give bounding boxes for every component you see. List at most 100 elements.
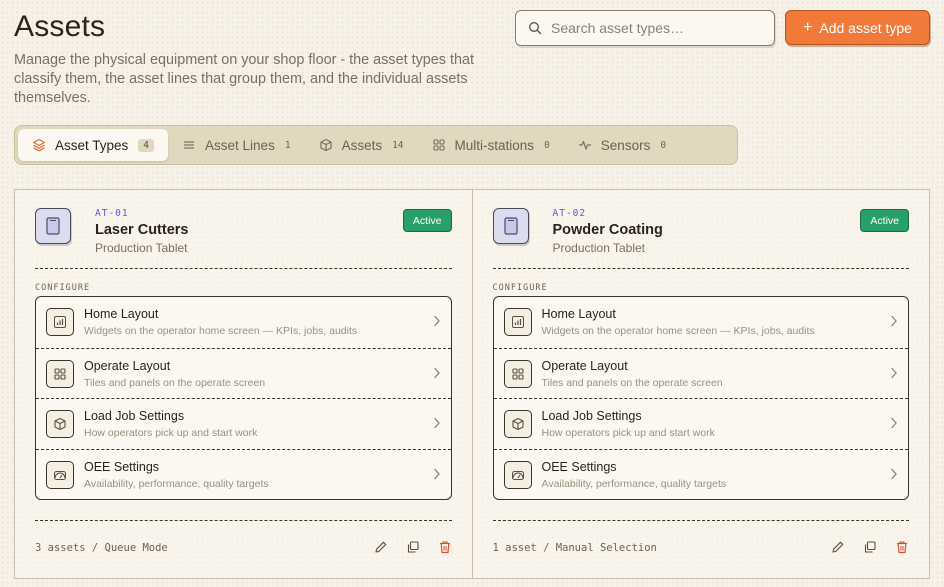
- chevron-right-icon: [433, 417, 441, 429]
- trash-icon[interactable]: [895, 540, 909, 554]
- chevron-right-icon: [890, 417, 898, 429]
- config-desc: How operators pick up and start work: [541, 427, 715, 439]
- tab-count: 14: [392, 139, 404, 151]
- asset-type-code: AT-02: [552, 208, 587, 219]
- chevron-right-icon: [433, 367, 441, 379]
- config-desc: Tiles and panels on the operate screen: [541, 376, 723, 389]
- grid-icon: [46, 359, 74, 388]
- divider: [35, 268, 452, 269]
- box-icon: [503, 410, 532, 438]
- status-badge: Active: [860, 209, 909, 232]
- config-oee-settings[interactable]: OEE Settings Availability, performance, …: [493, 448, 908, 500]
- asset-type-device: Production Tablet: [552, 241, 646, 255]
- edit-icon[interactable]: [831, 540, 845, 554]
- config-home-layout[interactable]: Home Layout Widgets on the operator home…: [36, 297, 451, 348]
- asset-type-name: Powder Coating: [552, 222, 663, 238]
- config-desc: Tiles and panels on the operate screen: [84, 376, 266, 389]
- plus-icon: +: [803, 18, 813, 36]
- asset-type-code: AT-01: [95, 208, 129, 219]
- config-title: Home Layout: [541, 307, 616, 321]
- search-box[interactable]: [515, 10, 775, 46]
- asset-type-card: AT-02 Powder Coating Production Tablet A…: [471, 190, 930, 578]
- status-badge: Active: [402, 209, 452, 232]
- edit-icon[interactable]: [374, 540, 388, 554]
- add-asset-type-button[interactable]: + Add asset type: [785, 10, 930, 45]
- tablet-icon: [35, 208, 71, 244]
- tab-count: 0: [544, 139, 550, 151]
- trash-icon[interactable]: [438, 540, 452, 554]
- asset-type-name: Laser Cutters: [95, 222, 189, 238]
- config-desc: Availability, performance, quality targe…: [541, 477, 727, 490]
- configure-list: Home Layout Widgets on the operator home…: [35, 296, 452, 500]
- bar-chart-icon: [503, 308, 532, 336]
- chevron-right-icon: [433, 315, 441, 327]
- tab-asset-types[interactable]: Asset Types 4: [18, 129, 169, 161]
- page-subtitle: Manage the physical equipment on your sh…: [14, 52, 474, 106]
- gauge-icon: [46, 460, 74, 489]
- tab-label: Asset Types: [55, 137, 129, 153]
- card-actions: [831, 540, 909, 554]
- tab-count: 1: [284, 139, 291, 151]
- chevron-right-icon: [890, 367, 898, 379]
- config-load-job-settings[interactable]: Load Job Settings How operators pick up …: [493, 398, 908, 449]
- tab-multi-stations[interactable]: Multi-stations 0: [418, 129, 564, 161]
- configure-heading: CONFIGURE: [492, 283, 548, 293]
- config-title: OEE Settings: [541, 459, 617, 474]
- tab-asset-lines[interactable]: Asset Lines 1: [168, 129, 305, 161]
- card-footer-meta: 3 assets / Queue Mode: [35, 542, 168, 554]
- config-load-job-settings[interactable]: Load Job Settings How operators pick up …: [36, 398, 451, 449]
- divider: [492, 520, 909, 521]
- config-desc: Widgets on the operator home screen — KP…: [541, 325, 815, 337]
- asset-tabs: Asset Types 4 Asset Lines 1 Assets 14 Mu…: [14, 125, 738, 165]
- tab-sensors[interactable]: Sensors 0: [564, 129, 680, 161]
- config-desc: Widgets on the operator home screen — KP…: [84, 325, 358, 337]
- config-title: Load Job Settings: [541, 409, 642, 423]
- search-icon: [528, 21, 542, 35]
- cube-icon: [319, 138, 333, 152]
- tab-label: Multi-stations: [454, 137, 535, 153]
- chevron-right-icon: [890, 315, 898, 327]
- config-desc: Availability, performance, quality targe…: [84, 477, 269, 490]
- chevron-right-icon: [433, 468, 441, 480]
- config-home-layout[interactable]: Home Layout Widgets on the operator home…: [494, 297, 909, 348]
- layers-icon: [32, 138, 46, 152]
- asset-type-grid: AT-01 Laser Cutters Production Tablet Ac…: [14, 189, 930, 579]
- config-title: Operate Layout: [541, 358, 628, 373]
- tablet-icon: [492, 208, 529, 244]
- config-desc: How operators pick up and start work: [84, 427, 258, 439]
- chevron-right-icon: [890, 468, 898, 480]
- asset-type-card: AT-01 Laser Cutters Production Tablet Ac…: [15, 190, 472, 578]
- configure-heading: CONFIGURE: [35, 283, 91, 293]
- config-operate-layout[interactable]: Operate Layout Tiles and panels on the o…: [493, 347, 908, 399]
- config-title: Load Job Settings: [84, 409, 185, 423]
- card-footer-meta: 1 asset / Manual Selection: [492, 542, 657, 554]
- tab-count: 0: [660, 139, 667, 151]
- grid-icon: [503, 359, 532, 388]
- bar-chart-icon: [46, 308, 74, 336]
- tab-label: Asset Lines: [205, 137, 275, 153]
- tab-label: Assets: [341, 137, 383, 153]
- card-actions: [374, 540, 452, 554]
- search-input[interactable]: [551, 20, 751, 36]
- config-operate-layout[interactable]: Operate Layout Tiles and panels on the o…: [36, 347, 451, 399]
- box-icon: [46, 410, 74, 438]
- duplicate-icon[interactable]: [406, 540, 420, 554]
- duplicate-icon[interactable]: [863, 540, 877, 554]
- configure-list: Home Layout Widgets on the operator home…: [492, 296, 909, 500]
- config-oee-settings[interactable]: OEE Settings Availability, performance, …: [36, 448, 451, 500]
- config-title: Operate Layout: [84, 358, 171, 373]
- tab-label: Sensors: [600, 137, 651, 153]
- tab-assets[interactable]: Assets 14: [305, 129, 418, 161]
- add-asset-type-label: Add asset type: [819, 19, 912, 36]
- grid-icon: [432, 138, 446, 152]
- config-title: Home Layout: [84, 307, 159, 321]
- divider: [35, 520, 452, 521]
- gauge-icon: [503, 460, 532, 489]
- tab-count: 4: [138, 138, 155, 152]
- page-title: Assets: [14, 10, 106, 43]
- pulse-icon: [578, 138, 592, 152]
- divider: [492, 268, 909, 269]
- config-title: OEE Settings: [84, 459, 160, 474]
- list-icon: [182, 138, 196, 152]
- asset-type-device: Production Tablet: [95, 241, 188, 255]
